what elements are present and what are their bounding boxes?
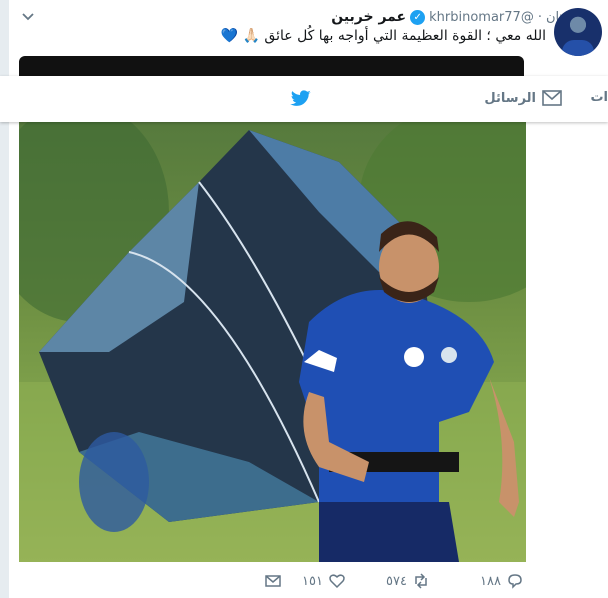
verified-icon: ✓: [410, 9, 426, 25]
nav-messages-label: الرسائل: [484, 90, 536, 106]
retweet-count: ٥٧٤: [386, 573, 407, 589]
pray-emoji: 🙏🏻: [242, 28, 260, 44]
display-name[interactable]: عمر خربين: [331, 9, 406, 25]
blue-heart-emoji: 💙: [220, 28, 239, 44]
dm-icon: [265, 575, 281, 587]
like-button[interactable]: ١٥١: [302, 572, 346, 590]
nav-messages[interactable]: الرسائل: [484, 90, 562, 106]
avatar[interactable]: [554, 8, 602, 56]
separator-dot: ·: [537, 9, 542, 25]
user-handle[interactable]: @khrbinomar77: [429, 10, 534, 25]
nav-notifications-label: ات: [590, 90, 608, 105]
direct-message-button[interactable]: [264, 572, 282, 590]
caret-down-icon[interactable]: [21, 10, 35, 24]
media-preview-strip[interactable]: [19, 56, 524, 76]
reply-button[interactable]: ١٨٨: [480, 572, 524, 590]
like-count: ١٥١: [302, 573, 323, 589]
reply-count: ١٨٨: [480, 573, 501, 589]
tweet-text-body: الله معي ؛ القوة العظيمة التي أواجه بها …: [264, 28, 546, 44]
top-navigation: ات الرسائل: [0, 76, 608, 122]
tweet-header: عمر خربين ✓ @khrbinomar77 · ساعتان: [331, 6, 586, 28]
heart-icon: [329, 574, 345, 589]
retweet-icon: [415, 573, 427, 589]
tweet-text: الله معي ؛ القوة العظيمة التي أواجه بها …: [221, 28, 546, 44]
twitter-bird-icon[interactable]: [290, 90, 312, 108]
tweet-photo[interactable]: [19, 122, 526, 562]
photo-illustration: [19, 122, 526, 562]
tweet-actions: ١٨٨ ٥٧٤ ١٥١: [9, 572, 608, 596]
retweet-button[interactable]: ٥٧٤: [386, 572, 430, 590]
nav-notifications[interactable]: ات: [590, 90, 608, 105]
envelope-icon: [542, 90, 562, 106]
reply-icon: [508, 574, 522, 589]
